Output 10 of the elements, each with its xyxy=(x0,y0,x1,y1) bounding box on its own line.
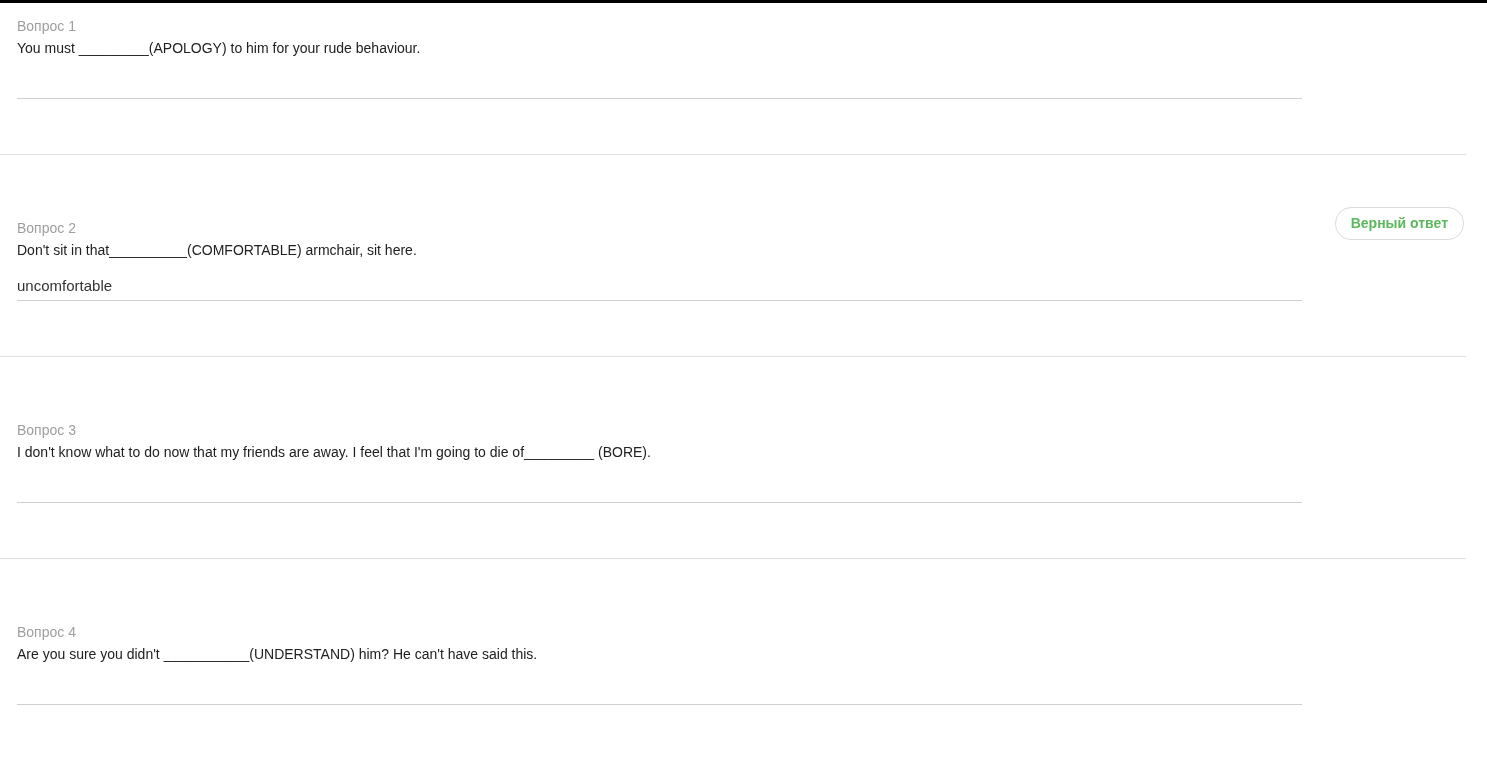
question-text: Are you sure you didn't ___________(UNDERSTAND) him? He can't have said this. xyxy=(17,645,538,663)
question-number: Вопрос 1 xyxy=(17,17,76,35)
question-number: Вопрос 3 xyxy=(17,421,76,439)
question-number: Вопрос 4 xyxy=(17,623,76,641)
question-text: Don't sit in that__________(COMFORTABLE) armchair, sit here. xyxy=(17,241,417,259)
answer-field[interactable]: uncomfortable xyxy=(17,277,1302,301)
result-badge: Верный ответ xyxy=(1334,207,1464,240)
question-text: You must _________(APOLOGY) to him for your rude behaviour. xyxy=(17,39,421,57)
question-text: I don't know what to do now that my friends are away. I feel that I'm going to die of_________ (BORE). xyxy=(17,443,651,461)
question-number: Вопрос 2 xyxy=(17,219,76,237)
